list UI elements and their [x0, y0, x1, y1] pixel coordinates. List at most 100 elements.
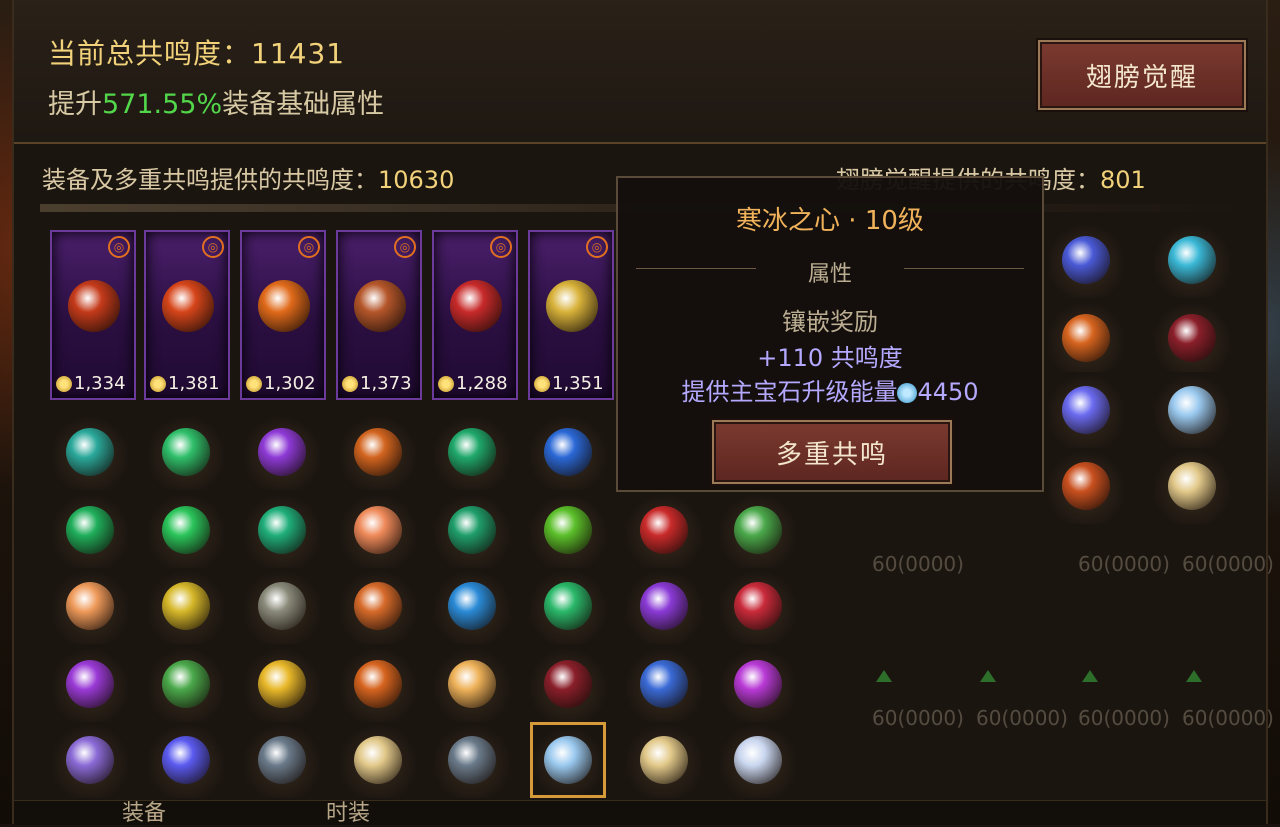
gem-slot[interactable] — [148, 492, 224, 568]
gem-slot[interactable] — [148, 414, 224, 490]
gem-score-value: 1,302 — [264, 373, 316, 394]
gem-icon — [1062, 462, 1110, 510]
rune-badge-icon: ◎ — [394, 236, 416, 258]
wing-awaken-button[interactable]: 翅膀觉醒 — [1038, 40, 1246, 110]
gem-icon — [544, 428, 592, 476]
gem-icon — [544, 736, 592, 784]
gem-icon — [640, 660, 688, 708]
tooltip-title: 寒冰之心 · 10级 — [736, 206, 924, 236]
multi-resonance-button[interactable]: 多重共鸣 — [712, 420, 952, 484]
gem-icon — [544, 582, 592, 630]
gem-slot[interactable] — [52, 646, 128, 722]
gem-slot-selected[interactable] — [530, 722, 606, 798]
gem-slot[interactable] — [1154, 300, 1230, 376]
gem-slot[interactable] — [434, 722, 510, 798]
main-gem-card[interactable]: ◎ 1,288 — [432, 230, 518, 400]
gem-tooltip: 寒冰之心 · 10级 属性 镶嵌奖励 +110 共鸣度 提供主宝石升级能量 445… — [616, 176, 1044, 492]
gem-slot[interactable] — [530, 646, 606, 722]
gem-slot[interactable] — [626, 492, 702, 568]
tab-fashion[interactable]: 时装 — [326, 795, 370, 827]
gem-slot[interactable] — [720, 722, 796, 798]
gem-slot[interactable] — [244, 646, 320, 722]
gem-slot[interactable] — [340, 646, 416, 722]
boost-percent: 571.55% — [102, 89, 223, 120]
gem-icon — [354, 428, 402, 476]
gem-slot[interactable] — [52, 568, 128, 644]
gem-slot[interactable] — [52, 492, 128, 568]
tooltip-resonance: +110 共鸣度 — [757, 344, 903, 372]
gem-slot[interactable] — [340, 414, 416, 490]
coin-icon — [56, 375, 72, 392]
rune-badge-icon: ◎ — [108, 236, 130, 258]
gem-icon — [544, 506, 592, 554]
gem-slot[interactable] — [720, 492, 796, 568]
gem-slot[interactable] — [52, 414, 128, 490]
gem-slot[interactable] — [1048, 448, 1124, 524]
gem-slot[interactable] — [626, 568, 702, 644]
gem-slot[interactable] — [720, 646, 796, 722]
boost-suffix: 装备基础属性 — [222, 89, 385, 120]
gem-slot[interactable] — [340, 568, 416, 644]
gem-slot[interactable] — [148, 722, 224, 798]
gem-slot[interactable] — [52, 722, 128, 798]
gem-slot[interactable] — [244, 414, 320, 490]
gem-icon — [734, 736, 782, 784]
gem-slot[interactable] — [148, 646, 224, 722]
main-gem-card[interactable]: ◎ 1,334 — [50, 230, 136, 400]
main-gem-card[interactable]: ◎ 1,381 — [144, 230, 230, 400]
tooltip-energy-value: 4450 — [917, 378, 979, 406]
gem-icon — [162, 280, 214, 332]
coin-icon — [342, 375, 358, 392]
gem-icon — [162, 660, 210, 708]
gem-slot[interactable] — [626, 722, 702, 798]
rune-badge-icon: ◎ — [586, 236, 608, 258]
faint-row-1-c: 60(0000) — [1182, 552, 1274, 576]
gem-score-value: 1,351 — [552, 373, 604, 394]
tooltip-divider-right — [904, 268, 1024, 269]
faint-row-1-b: 60(0000) — [1078, 552, 1170, 576]
gem-slot[interactable] — [530, 568, 606, 644]
gem-slot[interactable] — [626, 646, 702, 722]
gem-slot[interactable] — [148, 568, 224, 644]
gem-icon — [258, 280, 310, 332]
gem-icon — [448, 506, 496, 554]
gem-slot[interactable] — [1154, 222, 1230, 298]
gem-slot[interactable] — [340, 722, 416, 798]
gem-slot[interactable] — [1154, 372, 1230, 448]
equip-resonance-value: 10630 — [378, 166, 455, 194]
gem-slot[interactable] — [720, 568, 796, 644]
tooltip-energy-label: 提供主宝石升级能量 — [681, 378, 898, 406]
gem-slot[interactable] — [434, 646, 510, 722]
gem-score-value: 1,334 — [74, 373, 126, 394]
gem-slot[interactable] — [244, 492, 320, 568]
gem-icon — [258, 506, 306, 554]
gem-slot[interactable] — [434, 568, 510, 644]
tooltip-energy: 提供主宝石升级能量 4450 — [618, 372, 1042, 407]
gem-slot[interactable] — [1048, 222, 1124, 298]
gem-icon — [1062, 314, 1110, 362]
main-gem-card[interactable]: ◎ 1,373 — [336, 230, 422, 400]
upgrade-arrow-icon — [1186, 670, 1202, 682]
tooltip-bonus-heading: 镶嵌奖励 — [782, 308, 878, 336]
gem-icon — [1168, 386, 1216, 434]
gem-slot[interactable] — [244, 568, 320, 644]
gem-slot[interactable] — [1154, 448, 1230, 524]
gem-slot[interactable] — [434, 492, 510, 568]
gem-slot[interactable] — [530, 492, 606, 568]
gem-slot[interactable] — [1048, 372, 1124, 448]
gem-slot[interactable] — [434, 414, 510, 490]
gem-slot[interactable] — [530, 414, 606, 490]
coin-icon — [246, 375, 262, 392]
gem-slot[interactable] — [340, 492, 416, 568]
main-gem-card[interactable]: ◎ 1,351 — [528, 230, 614, 400]
gem-icon — [162, 582, 210, 630]
gem-icon — [66, 660, 114, 708]
gem-slot[interactable] — [1048, 300, 1124, 376]
gem-slot[interactable] — [244, 722, 320, 798]
resonance-panel: 当前总共鸣度：11431 提升571.55%装备基础属性 翅膀觉醒 装备及多重共… — [12, 0, 1274, 827]
gem-icon — [258, 660, 306, 708]
gem-icon — [354, 736, 402, 784]
boost-text: 提升571.55%装备基础属性 — [48, 82, 384, 121]
tab-equipment[interactable]: 装备 — [122, 795, 166, 827]
main-gem-card[interactable]: ◎ 1,302 — [240, 230, 326, 400]
